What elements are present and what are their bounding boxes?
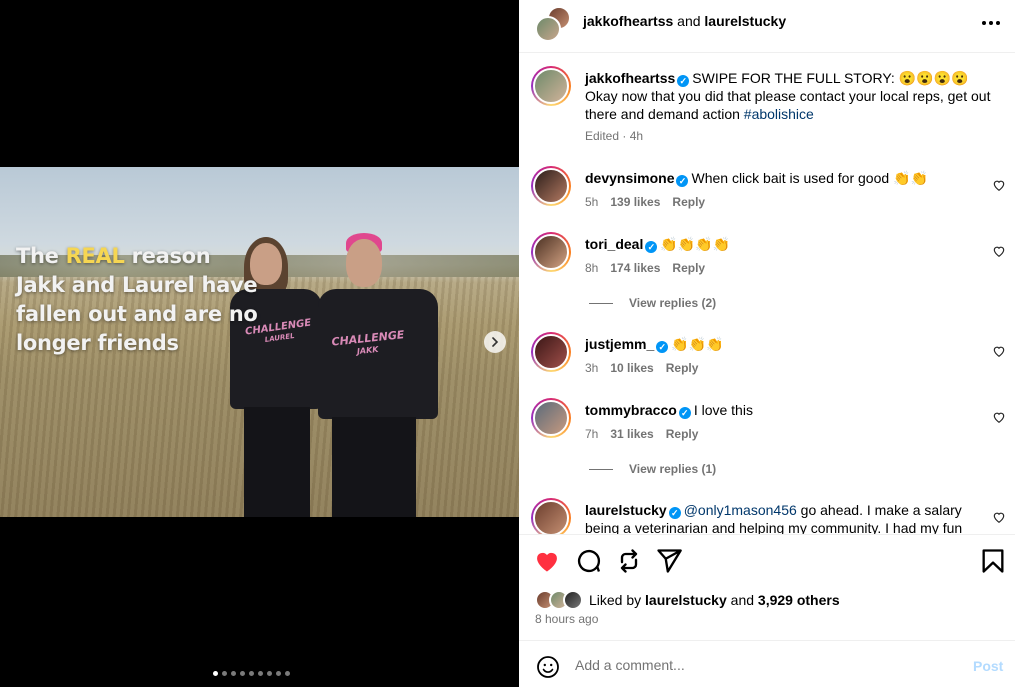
verified-badge-icon: ✓ — [678, 407, 691, 419]
comment-meta: 7h 31 likes Reply — [585, 427, 699, 441]
comment-meta: 8h 174 likes Reply — [585, 261, 706, 275]
carousel-dot — [222, 671, 227, 676]
comment-avatar[interactable] — [531, 498, 571, 534]
heart-outline-icon[interactable] — [992, 510, 1006, 524]
carousel-dot — [213, 671, 218, 676]
verified-badge-icon: ✓ — [677, 75, 690, 87]
post-header: jakkofheartss and laurelstucky — [519, 0, 1015, 53]
liked-by-text: Liked by laurelstucky and 3,929 others — [589, 592, 840, 608]
smiley-icon[interactable] — [536, 655, 560, 679]
comment-meta: 5h 139 likes Reply — [585, 195, 706, 209]
chevron-right-icon — [492, 337, 499, 347]
liked-by-user[interactable]: laurelstucky — [645, 592, 727, 608]
reply-button[interactable]: Reply — [666, 361, 699, 375]
comment-username[interactable]: laurelstucky — [585, 502, 667, 518]
more-options-button[interactable] — [981, 13, 1001, 33]
carousel-dot — [249, 671, 254, 676]
verified-badge-icon: ✓ — [645, 241, 658, 253]
comment-icon[interactable] — [575, 547, 603, 575]
heart-outline-icon[interactable] — [992, 178, 1006, 192]
comment-likes[interactable]: 31 likes — [610, 427, 653, 441]
next-slide-button[interactable] — [484, 331, 506, 353]
heart-outline-icon[interactable] — [992, 344, 1006, 358]
man-figure: CHALLENGE JAKK — [318, 233, 448, 517]
carousel-dots — [213, 671, 290, 676]
reply-button[interactable]: Reply — [666, 427, 699, 441]
photo-overlay-text: The REAL reason Jakk and Laurel have fal… — [16, 244, 258, 355]
post-media-panel: CHALLENGE LAUREL CHALLENGE JAKK The REAL… — [0, 0, 519, 687]
view-replies-button[interactable]: View replies (1) — [589, 462, 716, 476]
comment-likes[interactable]: 10 likes — [610, 361, 653, 375]
author-link-2[interactable]: laurelstucky — [704, 13, 786, 29]
author-link-1[interactable]: jakkofheartss — [583, 13, 673, 29]
heart-filled-icon[interactable] — [533, 547, 561, 575]
post-timestamp[interactable]: 8 hours ago — [535, 612, 598, 626]
post-photo[interactable]: CHALLENGE LAUREL CHALLENGE JAKK The REAL… — [0, 167, 519, 517]
post-actions: Liked by laurelstucky and 3,929 others 8… — [519, 534, 1015, 640]
carousel-dot — [231, 671, 236, 676]
heart-outline-icon[interactable] — [992, 244, 1006, 258]
caption-meta: Edited · 4h — [585, 129, 644, 143]
comment-likes[interactable]: 174 likes — [610, 261, 660, 275]
carousel-dot — [276, 671, 281, 676]
caption-avatar[interactable] — [531, 66, 571, 106]
mention-link[interactable]: @only1mason456 — [684, 502, 797, 518]
post-authors: jakkofheartss and laurelstucky — [583, 13, 787, 29]
carousel-dot — [240, 671, 245, 676]
caption-username[interactable]: jakkofheartss — [585, 70, 675, 86]
comments-list[interactable]: jakkofheartss ✓ SWIPE FOR THE FULL STORY: … — [519, 54, 1015, 534]
comment-avatar[interactable] — [531, 398, 571, 438]
likes-count[interactable]: 3,929 others — [758, 592, 840, 608]
comment-bar: Post — [519, 640, 1015, 687]
hashtag-link[interactable]: #abolishice — [744, 106, 814, 122]
comment-avatar[interactable] — [531, 332, 571, 372]
comment-username[interactable]: tori_deal — [585, 236, 643, 252]
carousel-dot — [285, 671, 290, 676]
comment-text: laurelstucky ✓ @only1mason456 go ahead. I … — [585, 502, 963, 534]
comment-username[interactable]: tommybracco — [585, 402, 677, 418]
comment-username[interactable]: justjemm_ — [585, 336, 654, 352]
verified-badge-icon: ✓ — [676, 175, 689, 187]
post-detail-panel: jakkofheartss and laurelstucky jakkofhea… — [519, 0, 1015, 687]
caption-text: jakkofheartss ✓ SWIPE FOR THE FULL STORY: … — [585, 70, 991, 122]
liker-avatar — [563, 590, 583, 610]
comment-text: tori_deal ✓ 👏👏👏👏 — [585, 236, 731, 253]
view-replies-button[interactable]: View replies (2) — [589, 296, 716, 310]
comment-text: devynsimone ✓ When click bait is used for … — [585, 170, 928, 187]
verified-badge-icon: ✓ — [668, 507, 681, 519]
comment-avatar[interactable] — [531, 232, 571, 272]
post-comment-button[interactable]: Post — [973, 658, 1003, 674]
repost-icon[interactable] — [615, 547, 643, 575]
carousel-dot — [267, 671, 272, 676]
bookmark-icon[interactable] — [979, 547, 1007, 575]
heart-outline-icon[interactable] — [992, 410, 1006, 424]
more-horizontal-icon — [982, 21, 986, 25]
comment-input[interactable] — [575, 653, 955, 677]
carousel-dot — [258, 671, 263, 676]
send-icon[interactable] — [655, 547, 683, 575]
comment-text: tommybracco ✓ I love this — [585, 402, 753, 419]
collab-avatars[interactable] — [535, 6, 571, 42]
verified-badge-icon: ✓ — [656, 341, 669, 353]
comment-meta: 3h 10 likes Reply — [585, 361, 699, 375]
comment-text: justjemm_ ✓ 👏👏👏 — [585, 336, 724, 353]
comment-avatar[interactable] — [531, 166, 571, 206]
highlight-word: REAL — [65, 244, 125, 268]
reply-button[interactable]: Reply — [672, 195, 705, 209]
comment-likes[interactable]: 139 likes — [610, 195, 660, 209]
comment-username[interactable]: devynsimone — [585, 170, 674, 186]
reply-button[interactable]: Reply — [672, 261, 705, 275]
liked-by: Liked by laurelstucky and 3,929 others — [535, 590, 840, 610]
avatar-jakkofheartss — [535, 16, 561, 42]
